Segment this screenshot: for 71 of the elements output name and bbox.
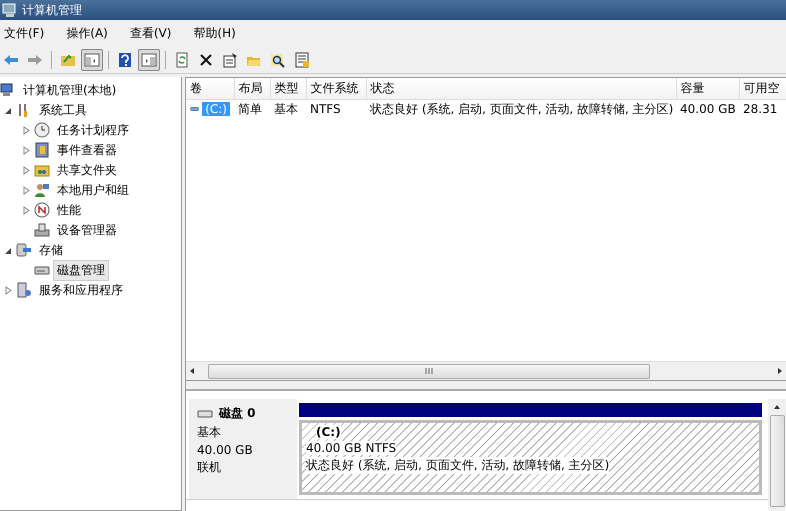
column-header[interactable]: 卷 (186, 78, 234, 100)
tree-item[interactable]: 共享文件夹 (53, 160, 121, 180)
table-cell: NTFS (306, 100, 366, 118)
menu-item[interactable]: 操作(A) (62, 23, 116, 43)
table-cell: 简单 (234, 100, 270, 118)
expanded-arrow-icon[interactable] (4, 246, 13, 254)
tree-item[interactable]: 设备管理器 (53, 220, 121, 240)
device-manager-icon (34, 222, 50, 238)
properties-icon (222, 52, 238, 68)
collapsed-arrow-icon[interactable] (22, 206, 31, 214)
column-header[interactable]: 容量 (676, 78, 739, 100)
scroll-left-icon[interactable] (188, 367, 196, 375)
tree-item[interactable]: 系统工具 (35, 100, 91, 120)
table-cell: 28.31 (739, 100, 786, 118)
log-book-icon (34, 142, 50, 158)
users-icon (34, 182, 50, 198)
tree-item[interactable]: 服务和应用程序 (35, 280, 127, 300)
tree-item[interactable]: 任务计划程序 (53, 120, 133, 140)
column-header[interactable]: 可用空 (739, 78, 786, 100)
scroll-right-icon[interactable] (776, 367, 784, 375)
table-cell: 40.00 GB (676, 100, 739, 118)
clock-icon (34, 122, 50, 138)
column-header[interactable]: 布局 (234, 78, 270, 100)
collapsed-arrow-icon[interactable] (22, 166, 31, 174)
app-icon (2, 2, 18, 18)
toolbar-button[interactable] (138, 48, 160, 70)
disk-info: 40.00 GB (197, 443, 254, 457)
export-list-icon (294, 52, 310, 68)
table-cell: 状态良好 (系统, 启动, 页面文件, 活动, 故障转储, 主分区) (366, 100, 676, 118)
delete-icon (198, 52, 214, 68)
disk-info: 基本 (197, 424, 222, 441)
vertical-scrollbar[interactable] (768, 399, 786, 511)
window-title: 计算机管理 (22, 2, 82, 18)
column-header[interactable]: 文件系统 (306, 78, 366, 100)
tree-item[interactable]: 本地用户和组 (53, 180, 133, 200)
help-icon (117, 52, 133, 68)
storage-icon (16, 242, 32, 258)
tree-item[interactable]: 存储 (35, 240, 67, 260)
pane-icon (84, 52, 100, 68)
partition-status: 状态良好 (系统, 启动, 页面文件, 活动, 故障转储, 主分区) (306, 457, 610, 474)
disk-name: 磁盘 0 (219, 405, 256, 422)
scrollbar-thumb[interactable] (208, 364, 650, 378)
gauge-icon (34, 202, 50, 218)
tree-item[interactable]: 计算机管理(本地) (19, 80, 120, 100)
expanded-arrow-icon[interactable] (4, 106, 13, 114)
collapsed-arrow-icon[interactable] (4, 286, 13, 294)
magnifier-icon (270, 52, 286, 68)
collapsed-arrow-icon[interactable] (22, 146, 31, 154)
column-header[interactable]: 状态 (366, 78, 676, 100)
pane-icon (141, 52, 157, 68)
menu-item[interactable]: 帮助(H) (189, 23, 244, 43)
scrollbar-thumb[interactable] (770, 415, 784, 507)
partition-size: 40.00 GB NTFS (306, 441, 396, 455)
disk-info: 联机 (197, 459, 222, 476)
partition-block[interactable]: (C:) 40.00 GB NTFS 状态良好 (系统, 启动, 页面文件, 活动, 故障转储, 主分区) (299, 420, 762, 495)
collapsed-arrow-icon[interactable] (22, 126, 31, 134)
tree-item[interactable]: 磁盘管理 (53, 260, 109, 280)
tree-item[interactable]: 事件查看器 (53, 140, 121, 160)
partition-label: (C:) (316, 425, 341, 439)
horizontal-scrollbar[interactable] (186, 361, 786, 380)
folder-up-icon (60, 52, 76, 68)
services-icon (16, 282, 32, 298)
menu-item[interactable]: 文件(F) (0, 23, 52, 43)
column-header[interactable]: 类型 (270, 78, 306, 100)
menu-item[interactable]: 查看(V) (126, 23, 180, 43)
refresh-icon (174, 52, 190, 68)
tree-item[interactable]: 性能 (53, 200, 85, 220)
collapsed-arrow-icon[interactable] (22, 186, 31, 194)
scroll-up-icon[interactable] (773, 403, 781, 411)
table-cell: 基本 (270, 100, 306, 118)
toolbar-button[interactable] (81, 48, 103, 70)
